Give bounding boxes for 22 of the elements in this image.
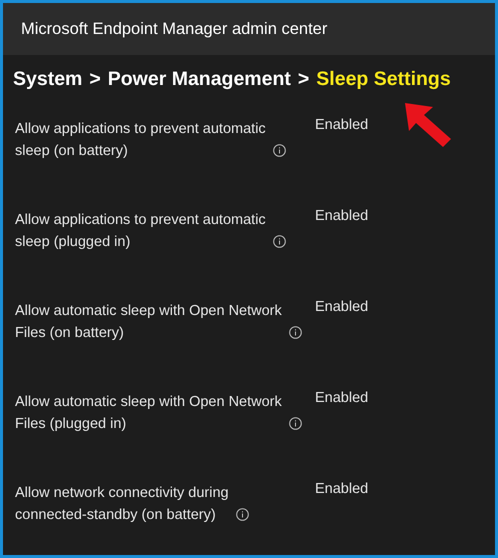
breadcrumb-item: Power Management [108,67,291,92]
setting-value: Enabled [315,481,368,498]
info-icon[interactable] [288,416,302,430]
setting-label: Allow network connectivity during connected-standby (on battery) [15,484,230,525]
breadcrumb-current: Sleep Settings [316,67,451,92]
setting-value: Enabled [315,117,368,134]
info-icon[interactable] [272,144,286,157]
setting-label: Allow automatic sleep with Open Network Files (on battery) [15,302,283,343]
info-icon[interactable] [272,234,286,248]
setting-value: Enabled [315,390,368,406]
setting-label: Allow applications to prevent automatic sleep (plugged in) [15,211,267,252]
breadcrumb-item: System [13,67,82,92]
arrow-icon [403,101,453,149]
breadcrumb-item: > [298,67,310,92]
breadcrumb-item: > [89,67,101,92]
info-icon[interactable] [288,326,302,339]
setting-label: Allow applications to prevent automatic sleep (on battery) [15,120,267,161]
setting-value: Enabled [315,299,368,316]
setting-value: Enabled [315,208,368,224]
window-title: Microsoft Endpoint Manager admin center [21,18,328,40]
setting-label: Allow automatic sleep with Open Network Files (plugged in) [15,393,283,434]
info-icon[interactable] [236,508,249,521]
